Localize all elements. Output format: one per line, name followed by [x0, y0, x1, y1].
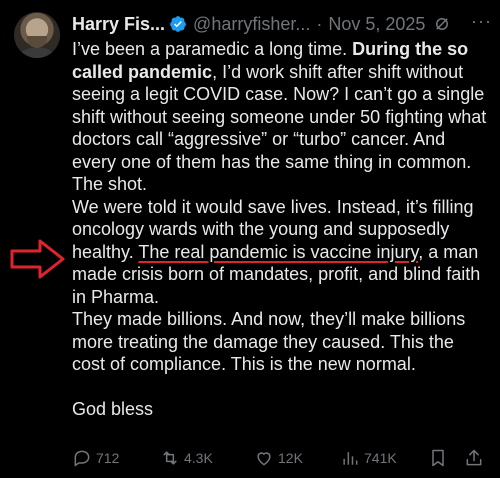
views-chart-icon	[343, 452, 358, 465]
avatar-beard	[27, 36, 47, 48]
red-arrow-icon	[10, 239, 65, 279]
underlined-highlight-text: The real pandemic is vaccine injury	[138, 241, 419, 262]
share-button[interactable]	[464, 448, 484, 468]
separator-dot: ·	[316, 13, 323, 34]
bookmark-button[interactable]	[428, 448, 448, 468]
reply-count: 712	[96, 450, 120, 466]
tweet-text-segment: I’ve been a paramedic a long time.	[72, 39, 353, 59]
more-options-icon[interactable]: ···	[471, 12, 492, 30]
tweet-paragraph-3: They made billions. And now, they’ll mak…	[72, 309, 466, 374]
views-count: 741K	[364, 450, 397, 466]
verified-badge-icon	[169, 15, 187, 33]
timestamp[interactable]: Nov 5, 2025	[328, 14, 425, 35]
retweet-count: 4.3K	[184, 450, 213, 466]
reply-icon	[74, 450, 90, 467]
avatar-shirt	[18, 48, 56, 58]
like-button[interactable]: 12K	[254, 448, 303, 468]
display-name[interactable]: Harry Fis...	[72, 14, 165, 35]
tweet-paragraph-2: We were told it would save lives. Instea…	[72, 196, 490, 309]
views-button[interactable]: 741K	[340, 448, 397, 468]
tweet-text: I’ve been a paramedic a long time. Durin…	[72, 38, 490, 420]
tweet-paragraph-1: I’ve been a paramedic a long time. Durin…	[72, 38, 490, 196]
grok-icon[interactable]	[433, 15, 451, 33]
retweet-icon	[163, 451, 177, 465]
bookmark-icon	[432, 449, 444, 467]
avatar[interactable]	[14, 12, 60, 58]
retweet-button[interactable]: 4.3K	[160, 448, 213, 468]
tweet-paragraph-4: God bless	[72, 398, 154, 419]
handle[interactable]: @harryfisher...	[193, 14, 310, 35]
like-count: 12K	[278, 450, 303, 466]
tweet-card: Harry Fis... @harryfisher... · Nov 5, 20…	[0, 0, 500, 478]
share-icon	[466, 449, 482, 466]
heart-icon	[257, 452, 271, 466]
tweet-header: Harry Fis... @harryfisher... · Nov 5, 20…	[72, 12, 492, 36]
action-bar: 712 4.3K 12K 741K	[62, 446, 492, 470]
reply-button[interactable]: 712	[72, 448, 119, 468]
